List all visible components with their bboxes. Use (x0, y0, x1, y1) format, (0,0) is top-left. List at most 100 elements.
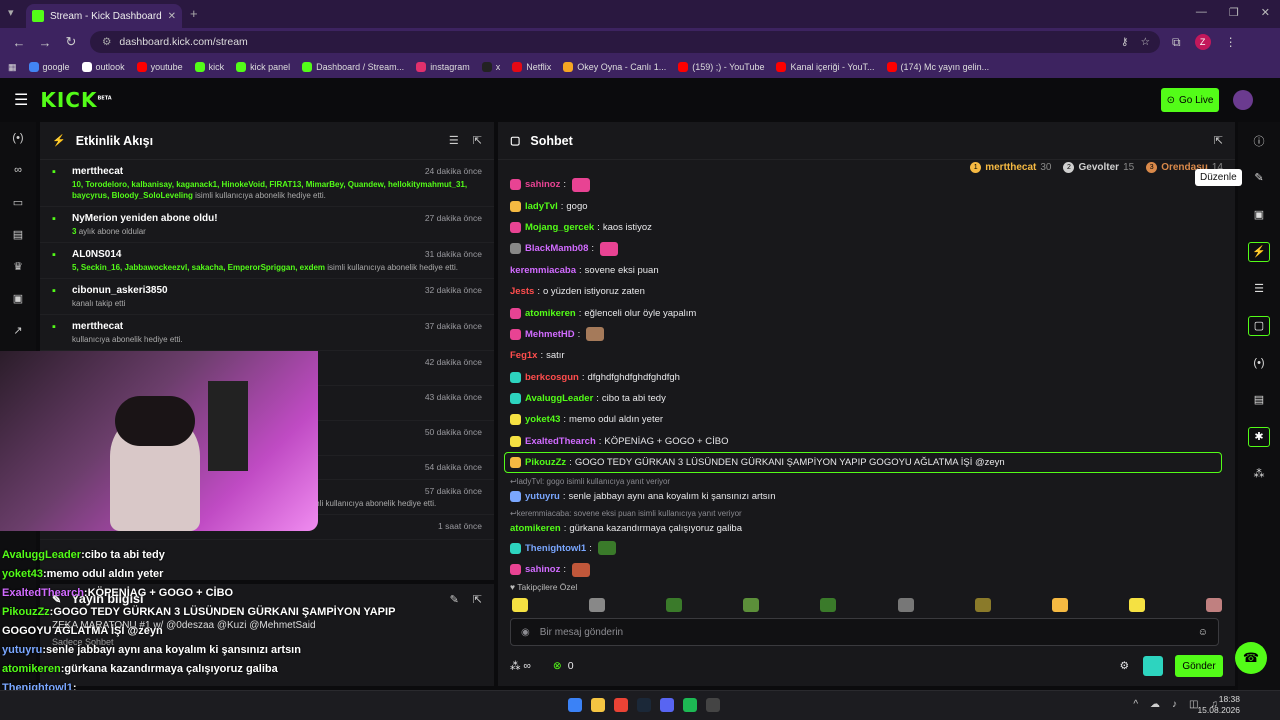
extensions-icon[interactable]: ⧉ (1172, 35, 1181, 50)
activity-event[interactable]: ▪ NyMerion yeniden abone oldu! 27 dakika ö… (40, 207, 494, 243)
key-icon[interactable]: ⚷ (1121, 36, 1129, 48)
chat-message[interactable]: yoket43: memo odul aldın yeter (510, 409, 1226, 430)
chat-username[interactable]: Jests (510, 286, 534, 297)
close-window-icon[interactable]: ✕ (1261, 6, 1270, 19)
video-icon[interactable]: ▣ (0, 282, 36, 314)
emote-icon[interactable] (897, 598, 914, 612)
bookmark-item[interactable]: (159) ;) - YouTube (678, 62, 764, 72)
cloud-icon[interactable]: ☁ (1150, 699, 1160, 710)
emote-icon[interactable] (666, 598, 683, 612)
broadcast-icon[interactable]: (•) (0, 122, 36, 154)
activity-event[interactable]: ▪ mertthecat 24 dakika önce 10, Torodeloro,… (40, 160, 494, 207)
info-icon[interactable]: ⓘ (1238, 122, 1280, 159)
chat-input[interactable]: ◉ Bir mesaj gönderin ☺ (510, 618, 1219, 646)
emote-icon[interactable] (820, 598, 837, 612)
chat-message[interactable]: BlackMamb08: (510, 238, 1226, 259)
chat-username[interactable]: sahinoz (525, 179, 560, 190)
minimize-icon[interactable]: — (1196, 6, 1207, 19)
layers-icon[interactable]: ▤ (1238, 381, 1280, 418)
emote-icon[interactable] (974, 598, 991, 612)
leaderboard-entry[interactable]: 1 mertthecat 30 (970, 162, 1051, 173)
stats-icon[interactable]: ↗ (0, 314, 36, 346)
activity-toggle[interactable]: ⚡ (1238, 233, 1280, 270)
hamburger-menu-icon[interactable]: ☰ (14, 90, 28, 110)
tray-arrow-icon[interactable]: ^ (1133, 699, 1138, 710)
new-tab-icon[interactable]: + (190, 6, 198, 21)
user-avatar[interactable] (1233, 90, 1253, 110)
chat-message[interactable]: AvaluggLeader: cibo ta abi tedy (510, 388, 1226, 409)
chat-username[interactable]: yutuyru (525, 491, 560, 502)
bookmark-item[interactable]: (174) Mc yayın gelin... (886, 62, 989, 72)
chat-message[interactable]: yutuyru: senle jabbayı aynı ana koyalım k… (510, 487, 1226, 505)
site-info-icon[interactable]: ⚙ (102, 36, 111, 48)
bookmark-item[interactable]: youtube (136, 62, 183, 72)
chat-message[interactable]: Feg1x: satır (510, 345, 1226, 366)
go-live-button[interactable]: ⊙ Go Live (1161, 88, 1219, 112)
window-icon[interactable]: ▭ (0, 186, 36, 218)
users-icon[interactable]: ⁂ (1238, 455, 1280, 492)
emote-icon[interactable] (1128, 598, 1145, 612)
chat-toggle[interactable]: ▢ (1238, 307, 1280, 344)
browser-tab[interactable]: Stream - Kick Dashboard ✕ (26, 4, 182, 28)
chat-message[interactable]: Thenightowl1: (510, 537, 1226, 558)
reload-icon[interactable]: ↻ (64, 34, 78, 50)
chat-message[interactable]: berkcosgun: dfghdfghdfghdfghdfgh (510, 367, 1226, 388)
popout-icon[interactable]: ⇱ (1214, 134, 1223, 147)
link-icon[interactable]: ∞ (0, 154, 36, 186)
analytics-icon[interactable]: ▤ (0, 218, 36, 250)
bookmark-item[interactable]: Dashboard / Stream... (302, 62, 404, 72)
star-icon[interactable]: ☆ (1141, 36, 1150, 48)
chat-message[interactable]: atomikeren: eğlenceli olur öyle yapalım (510, 302, 1226, 323)
chat-username[interactable]: atomikeren (525, 308, 576, 319)
chat-message[interactable]: Mojang_gercek: kaos istiyoz (510, 217, 1226, 238)
chat-username[interactable]: MehmetHD (525, 329, 575, 340)
chat-username[interactable]: Thenightowl1 (525, 543, 586, 554)
tools-toggle[interactable]: ✱ (1238, 418, 1280, 455)
chat-username[interactable]: Mojang_gercek (525, 222, 594, 233)
emote-icon[interactable] (1051, 598, 1068, 612)
chat-username[interactable]: keremmiacaba (510, 265, 576, 276)
chat-username[interactable]: Feg1x (510, 350, 537, 361)
profile-avatar[interactable]: Z (1194, 34, 1211, 50)
apps-icon[interactable]: ▦ (8, 62, 17, 73)
close-tab-icon[interactable]: ✕ (168, 11, 176, 22)
bookmark-item[interactable]: Kanal içeriği - YouT... (776, 62, 875, 72)
forward-icon[interactable]: → (38, 35, 52, 50)
chat-username[interactable]: AvaluggLeader (525, 393, 593, 404)
bookmark-item[interactable]: Okey Oyna - Canlı 1... (563, 62, 666, 72)
tab-list-icon[interactable]: ▾ (8, 6, 14, 19)
send-button[interactable]: Gönder (1175, 655, 1223, 677)
list-icon[interactable]: ☰ (1238, 270, 1280, 307)
popout-icon[interactable]: ⇱ (473, 134, 482, 147)
media-icon[interactable]: ▣ (1238, 196, 1280, 233)
activity-event[interactable]: ▪ cibonun_askeri3850 32 dakika önce kanalı… (40, 279, 494, 315)
chat-message[interactable]: ladyTvl: gogo (510, 195, 1226, 216)
emote-icon[interactable] (743, 598, 760, 612)
activity-event[interactable]: ▪ AL0NS014 31 dakika önce 5, Seckin_16, Jab… (40, 243, 494, 279)
emote-icon[interactable] (1205, 598, 1222, 612)
spotify-icon[interactable] (683, 698, 697, 712)
chat-username[interactable]: yoket43 (525, 414, 560, 425)
obs-icon[interactable] (706, 698, 720, 712)
file-explorer-icon[interactable] (591, 698, 605, 712)
chat-username[interactable]: sahinoz (525, 564, 560, 575)
bookmark-item[interactable]: Netflix (512, 62, 551, 72)
activity-event[interactable]: ▪ mertthecat 37 dakika önce kullanıcıya ab… (40, 315, 494, 351)
steam-icon[interactable] (637, 698, 651, 712)
bookmark-item[interactable]: x (481, 62, 500, 72)
address-bar[interactable]: ⚙ dashboard.kick.com/stream ⚷ ☆ (90, 31, 1160, 53)
filter-icon[interactable]: ☰ (449, 134, 459, 147)
maximize-icon[interactable]: ❐ (1229, 6, 1239, 19)
trophy-icon[interactable]: ♛ (0, 250, 36, 282)
chat-message[interactable]: sahinoz: (510, 174, 1226, 195)
chat-username[interactable]: PikouzZz (525, 457, 566, 468)
bookmark-item[interactable]: google (28, 62, 70, 72)
settings-gear-icon[interactable]: ⚙ (1120, 660, 1129, 672)
start-icon[interactable] (568, 698, 582, 712)
chat-username[interactable]: atomikeren (510, 523, 561, 534)
kick-logo[interactable]: KICKBETA (40, 88, 111, 112)
emote-icon[interactable] (512, 598, 528, 612)
chat-username[interactable]: BlackMamb08 (525, 243, 588, 254)
chat-message[interactable]: MehmetHD: (510, 324, 1226, 345)
chat-username[interactable]: ladyTvl (525, 201, 558, 212)
